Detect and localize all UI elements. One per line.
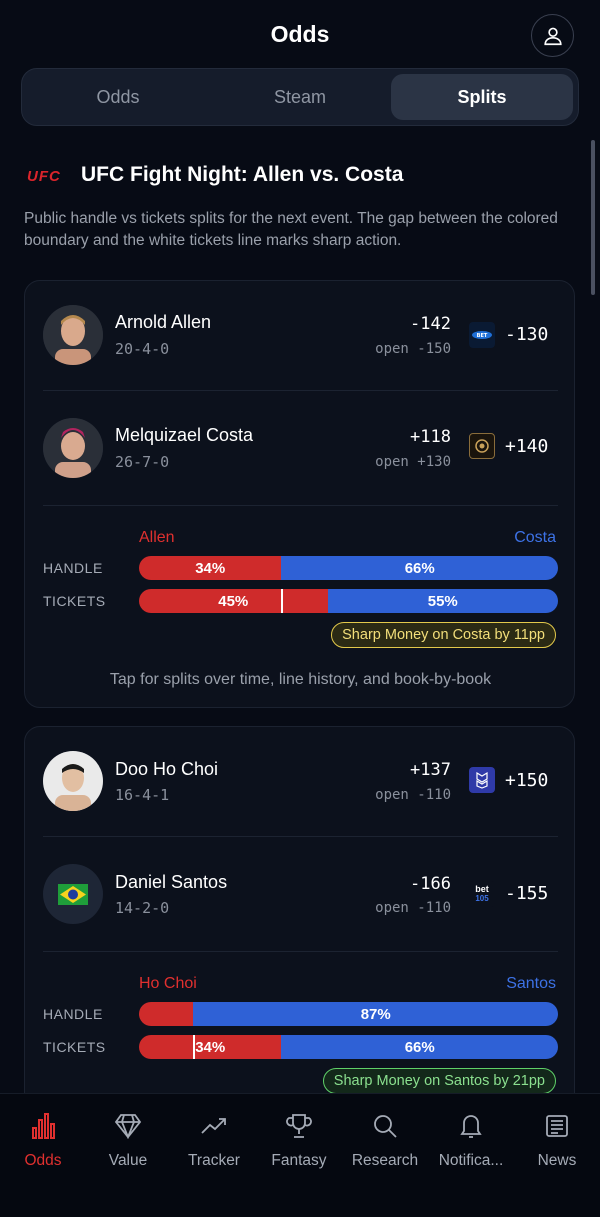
bar-chart-icon (32, 1113, 55, 1139)
tickets-bar: 34% 66% (139, 1035, 558, 1059)
tap-hint: Tap for splits over time, line history, … (109, 671, 492, 688)
nav-label: Value (108, 1152, 148, 1169)
blue-book-icon (469, 767, 495, 793)
nav-news[interactable]: News (514, 1112, 600, 1170)
open-odds: open -110 (375, 787, 451, 803)
nav-notifications[interactable]: Notifica... (428, 1112, 514, 1170)
trending-up-icon (201, 1118, 226, 1134)
open-odds: open -150 (375, 341, 451, 357)
fighter-record: 16-4-1 (115, 786, 170, 804)
scrollbar[interactable] (591, 140, 595, 295)
lion-book-icon (469, 433, 495, 459)
tickets-bar: 45% 55% (139, 589, 558, 613)
fighter-row: Melquizael Costa 26-7-0 +118 open +130 +… (25, 391, 574, 504)
nav-label: Research (351, 1152, 419, 1169)
divider (43, 951, 558, 952)
tickets-right-fill: 55% (327, 589, 558, 613)
best-book-odds: +150 (505, 770, 549, 791)
tab-odds[interactable]: Odds (27, 74, 209, 120)
best-book-odds: +140 (505, 436, 549, 457)
newspaper-icon (546, 1115, 568, 1137)
open-odds: open +130 (375, 454, 451, 470)
nav-research[interactable]: Research (342, 1112, 428, 1170)
tickets-left-fill: 45% (139, 589, 328, 613)
fighter-record: 26-7-0 (115, 453, 170, 471)
bottom-nav: Odds Value Tracker Fantasy Research Noti… (0, 1093, 600, 1217)
nav-label: Fantasy (271, 1152, 327, 1169)
profile-button[interactable] (531, 14, 574, 57)
fight-card[interactable]: Doo Ho Choi 16-4-1 +137 open -110 +150 D… (24, 726, 575, 1126)
best-book-odds: -155 (505, 883, 549, 904)
current-odds: +137 (410, 760, 451, 780)
tab-splits[interactable]: Splits (391, 74, 573, 120)
page-title: Odds (270, 21, 330, 47)
split-left-name: Ho Choi (139, 975, 197, 992)
app-header: Odds (0, 0, 600, 70)
search-icon (374, 1115, 397, 1138)
fight-card[interactable]: Arnold Allen 20-4-0 -142 open -150 BET -… (24, 280, 575, 708)
tab-steam[interactable]: Steam (209, 74, 391, 120)
current-odds: -142 (410, 314, 451, 334)
bet105-book-icon: bet 105 (469, 881, 495, 907)
bell-icon (460, 1115, 482, 1138)
nav-label: Notifica... (438, 1152, 504, 1169)
sharp-money-badge: Sharp Money on Santos by 21pp (322, 1068, 556, 1094)
handle-label: HANDLE (43, 1006, 103, 1022)
avatar (43, 418, 103, 478)
trophy-icon (286, 1114, 312, 1138)
flag-avatar (43, 864, 103, 924)
nav-value[interactable]: Value (85, 1112, 171, 1170)
handle-bar: 34% 66% (139, 556, 558, 580)
fighter-record: 14-2-0 (115, 899, 170, 917)
best-book-odds: -130 (505, 324, 549, 345)
split-right-name: Santos (506, 975, 556, 992)
nav-tracker[interactable]: Tracker (171, 1112, 257, 1170)
handle-boundary-marker (281, 589, 283, 613)
avatar (43, 751, 103, 811)
nav-label: News (537, 1152, 577, 1169)
fighter-name: Arnold Allen (115, 312, 212, 332)
sharp-money-badge: Sharp Money on Costa by 11pp (331, 622, 556, 648)
tickets-left-fill: 34% (139, 1035, 282, 1059)
handle-label: HANDLE (43, 560, 103, 576)
fighter-name: Doo Ho Choi (115, 759, 219, 779)
nav-label: Odds (24, 1152, 62, 1169)
handle-boundary-marker (193, 1035, 195, 1059)
svg-text:BET: BET (477, 333, 488, 339)
user-icon (543, 27, 562, 45)
event-description: Public handle vs tickets splits for the … (24, 210, 558, 249)
handle-right-fill: 66% (281, 556, 558, 580)
nav-fantasy[interactable]: Fantasy (256, 1112, 342, 1170)
fighter-name: Daniel Santos (115, 872, 228, 892)
handle-left-fill: 34% (139, 556, 282, 580)
split-right-name: Costa (514, 529, 556, 546)
event-title: UFC Fight Night: Allen vs. Costa (81, 163, 404, 186)
open-odds: open -110 (375, 900, 451, 916)
fighter-record: 20-4-0 (115, 340, 170, 358)
tickets-label: TICKETS (43, 1039, 106, 1055)
ufc-logo: UFC (27, 168, 61, 185)
nav-label: Tracker (188, 1152, 240, 1169)
tickets-right-fill: 66% (281, 1035, 558, 1059)
view-tabs: Odds Steam Splits (21, 68, 579, 126)
split-left-name: Allen (139, 529, 175, 546)
fighter-row: Arnold Allen 20-4-0 -142 open -150 BET -… (25, 281, 574, 394)
avatar (43, 305, 103, 365)
fighter-row: Daniel Santos 14-2-0 -166 open -110 bet 1… (25, 837, 574, 950)
bet-book-icon: BET (469, 322, 495, 348)
current-odds: -166 (410, 874, 451, 894)
tickets-label: TICKETS (43, 593, 106, 609)
fighter-row: Doo Ho Choi 16-4-1 +137 open -110 +150 (25, 727, 574, 840)
diamond-icon (114, 1114, 142, 1139)
handle-left-fill (139, 1002, 194, 1026)
current-odds: +118 (410, 427, 451, 447)
nav-odds[interactable]: Odds (0, 1112, 86, 1170)
fighter-name: Melquizael Costa (115, 425, 254, 445)
handle-right-fill: 87% (193, 1002, 558, 1026)
handle-bar: 87% (139, 1002, 558, 1026)
brazil-flag-icon (58, 883, 88, 905)
divider (43, 505, 558, 506)
